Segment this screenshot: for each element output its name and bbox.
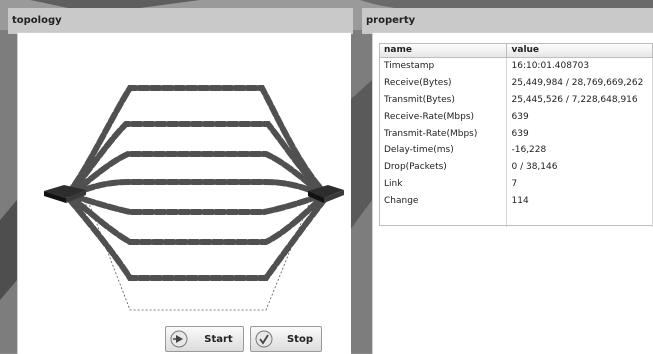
property-table: name value Timestamp 16:10:01.408703 Rece… bbox=[379, 43, 653, 228]
row-value: 0 / 38,146 bbox=[506, 158, 653, 176]
row-name: Drop(Packets) bbox=[379, 158, 507, 176]
property-panel-header: property bbox=[362, 8, 653, 34]
row-name: Delay-time(ms) bbox=[379, 141, 507, 159]
property-panel-title: property bbox=[366, 15, 416, 26]
start-button-label: Start bbox=[204, 334, 233, 345]
topology-diagram bbox=[44, 85, 344, 311]
row-name: Receive-Rate(Mbps) bbox=[379, 108, 507, 126]
table-row[interactable]: Change 114 bbox=[379, 192, 653, 210]
table-row[interactable]: Timestamp 16:10:01.408703 bbox=[379, 57, 653, 75]
table-row[interactable]: Transmit-Rate(Mbps) 639 bbox=[379, 125, 653, 142]
table-header-row: name value bbox=[379, 43, 653, 58]
row-name: Timestamp bbox=[379, 57, 507, 75]
link-path-4 bbox=[71, 179, 323, 197]
table-row[interactable]: Receive-Rate(Mbps) 639 bbox=[379, 108, 653, 126]
table-row[interactable]: Drop(Packets) 0 / 38,146 bbox=[379, 158, 653, 176]
row-value: 639 bbox=[506, 108, 653, 126]
start-button[interactable]: Start bbox=[165, 326, 244, 352]
row-name: Link bbox=[379, 175, 507, 193]
column-header-name[interactable]: name bbox=[379, 43, 507, 58]
row-value: 639 bbox=[506, 125, 653, 142]
link-path-3 bbox=[69, 151, 325, 197]
link-path-5 bbox=[71, 193, 323, 215]
row-value: 25,449,984 / 28,769,669,262 bbox=[506, 74, 653, 92]
row-value: 7 bbox=[506, 175, 653, 193]
row-name: Change bbox=[379, 192, 507, 210]
row-name: Transmit-Rate(Mbps) bbox=[379, 125, 507, 142]
topology-panel-header: topology bbox=[8, 8, 353, 34]
row-value: 114 bbox=[506, 192, 653, 210]
table-row[interactable]: Link 7 bbox=[379, 175, 653, 193]
column-header-value[interactable]: value bbox=[506, 43, 653, 58]
row-name: Transmit(Bytes) bbox=[379, 91, 507, 109]
row-name: Receive(Bytes) bbox=[379, 74, 507, 92]
row-value: 16:10:01.408703 bbox=[506, 57, 653, 75]
stop-button[interactable]: Stop bbox=[250, 326, 322, 352]
row-value: 25,445,526 / 7,228,648,916 bbox=[506, 91, 653, 109]
row-value: -16,228 bbox=[506, 141, 653, 159]
link-paths bbox=[65, 85, 329, 281]
table-row[interactable]: Transmit(Bytes) 25,445,526 / 7,228,648,91… bbox=[379, 91, 653, 109]
table-row[interactable]: Delay-time(ms) -16,228 bbox=[379, 141, 653, 159]
table-row[interactable]: Receive(Bytes) 25,449,984 / 28,769,669,26… bbox=[379, 74, 653, 92]
table-empty-row bbox=[379, 209, 653, 228]
stop-button-label: Stop bbox=[286, 334, 313, 345]
topology-panel-title: topology bbox=[12, 15, 62, 26]
link-path-1 bbox=[65, 85, 329, 197]
